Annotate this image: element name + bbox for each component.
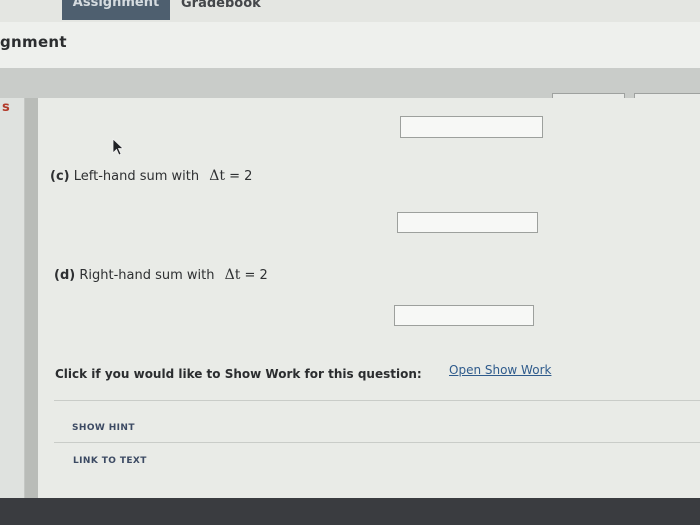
answer-input-d[interactable] [394,305,534,326]
delta-t-symbol: Δt [209,168,225,184]
question-d-equals: = 2 [244,268,268,283]
question-d-part: (d) [54,268,76,283]
tab-assignment[interactable]: Assignment [62,0,170,20]
question-d-label: (d) Right-hand sum with Δt = 2 [54,267,268,283]
sidebar-letter: s [2,100,10,115]
question-c-text: Left-hand sum with [73,169,200,184]
show-work-prompt: Click if you would like to Show Work for… [55,367,422,381]
top-navigation: Assignment Gradebook [0,0,700,22]
answer-input-c[interactable] [397,212,538,233]
tab-gradebook[interactable]: Gradebook [181,0,261,18]
answer-input-b[interactable] [400,116,543,138]
question-c-equals: = 2 [229,169,253,184]
divider [54,442,700,443]
question-d-text: Right-hand sum with [79,268,215,283]
show-hint-link[interactable]: SHOW HINT [72,423,135,433]
tab-gradebook-label: Gradebook [181,0,261,11]
divider [54,400,700,401]
question-c-label: (c) Left-hand sum with Δt = 2 [50,168,252,184]
tab-assignment-label: Assignment [72,0,160,10]
page-title: gnment [0,33,67,51]
left-sidebar [0,98,25,498]
bottom-bezel [0,498,700,525]
link-to-text-link[interactable]: LINK TO TEXT [73,456,147,466]
question-c-part: (c) [50,169,70,184]
page-header: gnment [0,22,700,68]
delta-t-symbol: Δt [224,267,241,283]
question-content [38,98,700,498]
mouse-cursor-icon [112,138,125,156]
open-show-work-link[interactable]: Open Show Work [449,363,551,377]
